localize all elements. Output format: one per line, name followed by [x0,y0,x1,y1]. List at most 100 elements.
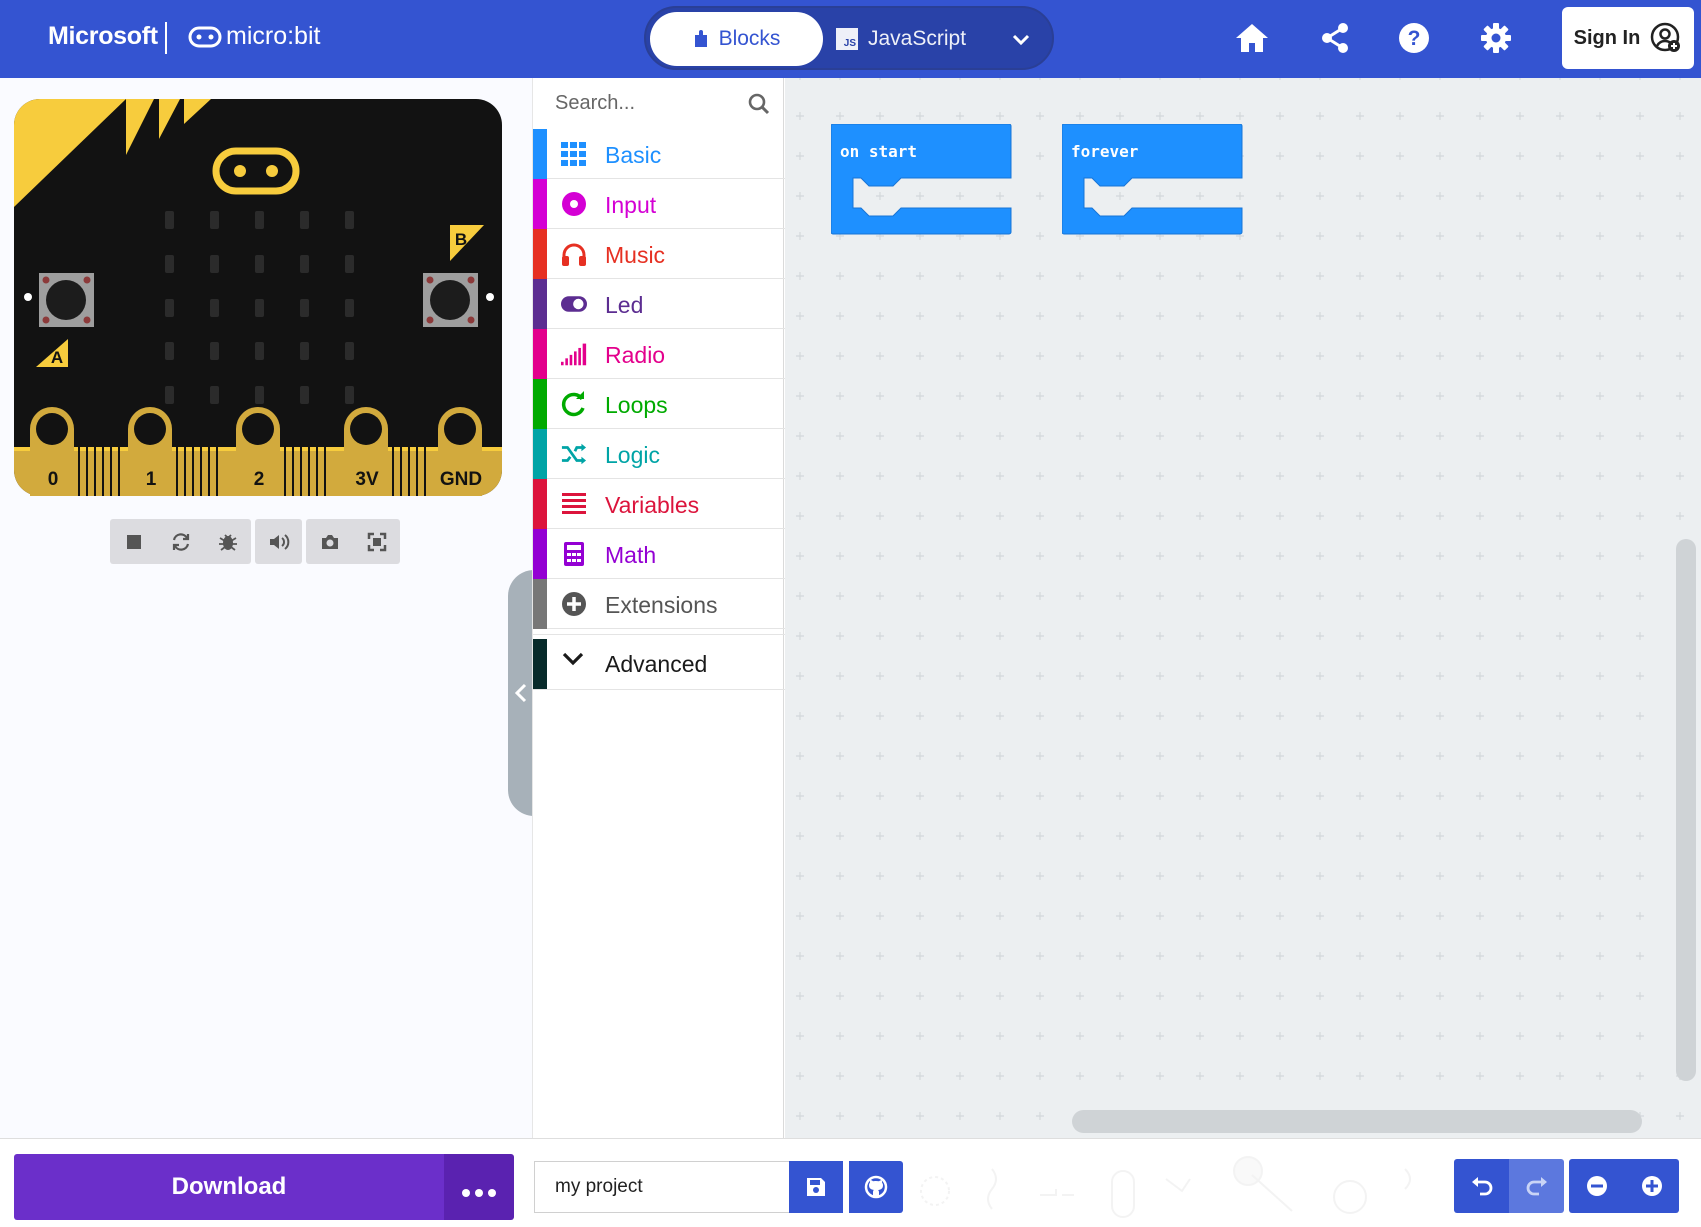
help-button[interactable]: ? [1394,18,1434,58]
dot-icon [488,1189,496,1197]
tab-blocks[interactable]: Blocks [650,12,823,66]
undo-icon [1471,1177,1492,1196]
pin-label: 2 [254,469,265,490]
category-label: Led [605,292,644,318]
category-label: Variables [605,492,700,518]
debug-button[interactable] [204,519,251,564]
sound-icon [269,533,289,550]
help-icon: ? [1399,23,1429,53]
category-list: Basic Input Music Led Radio Loops Logic … [533,129,785,629]
download-button[interactable]: Download [14,1154,444,1220]
dot-icon [462,1189,470,1197]
top-bar: Microsoft micro:bit Blocks JS JavaScript… [0,0,1701,78]
sign-in-button[interactable]: Sign In [1562,7,1694,69]
redo-icon [1526,1177,1547,1196]
project-name-input[interactable] [534,1161,790,1213]
github-button[interactable] [849,1161,903,1213]
category-color-bar [533,379,547,429]
category-color-bar [533,529,547,579]
category-color-bar [533,229,547,279]
vertical-scrollbar[interactable] [1676,539,1696,1081]
category-radio[interactable]: Radio [533,329,785,379]
toolbox: Basic Input Music Led Radio Loops [532,78,785,1138]
user-add-icon [1651,22,1681,52]
search-icon [748,93,770,115]
undo-button[interactable] [1454,1159,1509,1213]
category-color-bar [533,179,547,229]
pin-label: 3V [355,469,379,490]
chevron-down-icon [561,651,585,672]
category-color-bar [533,129,547,179]
collapse-simulator-handle[interactable] [508,570,534,816]
category-label: Music [605,242,666,268]
blocks-workspace[interactable]: on start forever [785,78,1701,1138]
tab-blocks-label: Blocks [718,27,781,50]
sign-in-label: Sign In [1573,26,1641,49]
microbit-simulator[interactable]: A B 0 1 2 3V GND [14,99,502,496]
pin-label: 1 [146,469,157,490]
save-button[interactable] [789,1161,843,1213]
sound-button[interactable] [255,519,302,564]
decorative-background [920,1156,1411,1218]
category-label: Input [605,192,657,218]
js-file-icon: JS [836,28,858,50]
category-label: Loops [605,392,668,418]
category-label: Basic [605,142,662,168]
home-button[interactable] [1232,18,1272,58]
screenshot-button[interactable] [306,519,353,564]
zoom-out-button[interactable] [1569,1159,1624,1213]
settings-button[interactable] [1476,18,1516,58]
category-color-bar [533,329,547,379]
category-extensions[interactable]: Extensions [533,579,785,629]
home-icon [1236,24,1268,52]
simulator-toolbar [110,519,400,564]
stop-button[interactable] [110,519,157,564]
category-color-bar [533,279,547,329]
category-loops[interactable]: Loops [533,379,785,429]
search-input[interactable] [533,84,743,122]
simulator-panel: A B 0 1 2 3V GND [0,78,534,1138]
pin-label: 0 [48,469,59,490]
zoom-in-button[interactable] [1624,1159,1679,1213]
download-more-button[interactable] [444,1154,514,1220]
svg-text:?: ? [1408,27,1421,50]
sim-view-group [306,519,400,564]
category-math[interactable]: Math [533,529,785,579]
input-circle-icon [561,191,587,217]
on-start-block[interactable]: on start [831,124,1013,244]
microsoft-label[interactable]: Microsoft [48,22,158,51]
block-label: forever [1071,142,1138,161]
debug-icon [218,533,237,551]
share-button[interactable] [1315,18,1355,58]
category-logic[interactable]: Logic [533,429,785,479]
redo-button[interactable] [1509,1159,1564,1213]
editor-toggle: Blocks JS JavaScript [644,6,1054,70]
category-label: Extensions [605,592,718,618]
editor-dropdown-button[interactable] [1001,22,1041,58]
category-basic[interactable]: Basic [533,129,785,179]
tab-javascript[interactable]: JS JavaScript [836,12,996,66]
toggle-icon [561,291,587,317]
loop-arrow-icon [561,391,587,417]
category-music[interactable]: Music [533,229,785,279]
category-variables[interactable]: Variables [533,479,785,529]
forever-block[interactable]: forever [1062,124,1244,244]
signal-bars-icon [561,341,587,367]
restart-button[interactable] [157,519,204,564]
search-button[interactable] [745,90,773,118]
stop-icon [126,534,141,549]
brand-divider [165,22,167,54]
category-input[interactable]: Input [533,179,785,229]
category-label: Logic [605,442,660,468]
category-led[interactable]: Led [533,279,785,329]
microbit-label: micro:bit [226,22,321,50]
microbit-logo[interactable]: micro:bit [188,22,320,51]
horizontal-scrollbar[interactable] [1072,1110,1642,1133]
fullscreen-button[interactable] [353,519,400,564]
shuffle-icon [561,441,587,467]
github-icon [864,1175,888,1199]
calculator-icon [561,541,587,567]
category-color-bar [533,639,547,689]
category-advanced[interactable]: Advanced [533,634,785,690]
dot-icon [475,1189,483,1197]
